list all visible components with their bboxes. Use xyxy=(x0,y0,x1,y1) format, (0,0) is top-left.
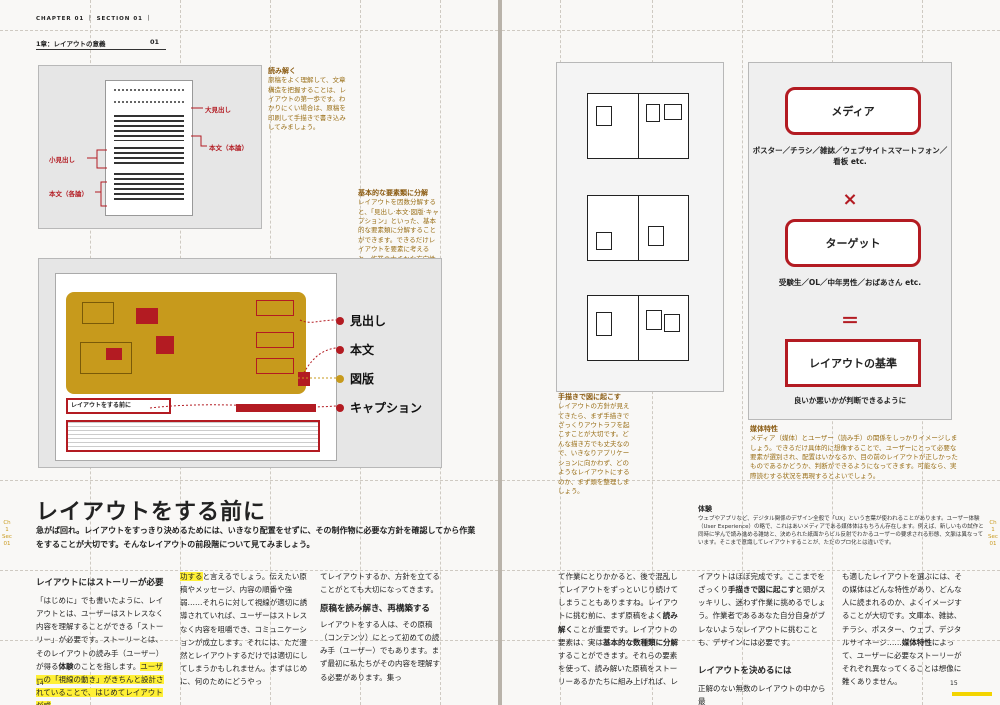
chapter-rule xyxy=(36,49,166,50)
col6-bold: 媒体特性 xyxy=(901,637,932,647)
experience-heading: 体験 xyxy=(698,505,712,513)
callout-caption-label: キャプション xyxy=(350,401,423,415)
annotation-reading-text: 原稿をよく理解して、文章構造を把握することは、レイアウトの第一歩です。わかりにく… xyxy=(268,76,346,132)
col4-text-c: することができます。それらの要素を使って、読み解いた原稿をストーリーあるかたちに… xyxy=(558,650,678,686)
page-accent-bar xyxy=(952,692,992,696)
col5-text-c: 正解のない無数のレイアウトの中から最 xyxy=(698,684,826,705)
annotation-media-text: メディア（媒体）とユーザー（読み手）の関係をしっかりイメージしましょう。できるだ… xyxy=(750,434,958,480)
callout-dot xyxy=(336,316,344,325)
annotation-media: 媒体特性 メディア（媒体）とユーザー（読み手）の関係をしっかりイメージしましょう… xyxy=(750,424,960,481)
callout-caption: キャプション xyxy=(336,399,422,416)
col3-text: てレイアウトするか、方針を立てることがとても大切になってきます。 xyxy=(320,570,444,596)
annotation-reading-title: 読み解く xyxy=(268,67,296,75)
chapter-section-label: CHAPTER 01 ｜ SECTION 01 ｜ xyxy=(36,16,153,22)
right-page: 手描きで図に起こす レイアウトの方針が見えてきたら、まず手描きでざっくりアウトラ… xyxy=(502,0,1000,705)
basis-pill: レイアウトの基準 xyxy=(785,339,921,387)
col4-bold-2: 基本的な数種類に分解 xyxy=(603,637,678,647)
target-examples: 受験生／OL／中年男性／おばあさん etc. xyxy=(778,278,922,287)
main-title: レイアウトをする前に xyxy=(36,500,267,525)
col6-text: も適したレイアウトを選ぶには、その媒体はどんな特性があり、どんな人に読まれるのか… xyxy=(842,570,966,688)
col1-bold: 体験 xyxy=(58,661,74,671)
col5-text: イアウトはほぼ完成です。ここまでをざっくり手描きで図に起こすと頭がスッキリし、迷… xyxy=(698,570,826,649)
col4-text: て作業にとりかかると、後で混乱してレイアウトをずっといじり続けてしまうこともあり… xyxy=(558,570,678,688)
callout-dot xyxy=(336,345,344,354)
left-page: CHAPTER 01 ｜ SECTION 01 ｜ 1章：レイアウトの意義 01… xyxy=(0,0,498,705)
structure-figure: 大見出し 本文（本論） 小見出し 本文（各論） xyxy=(38,65,262,229)
experience-text: ウェブやアプリなど、デジタル関係のデザイン全般で「UX」という言葉が使われること… xyxy=(698,516,984,546)
callout-body: 本文 xyxy=(336,341,374,358)
sketch-figure xyxy=(556,62,724,392)
times-sign: × xyxy=(842,189,858,210)
col2-highlight: 功する xyxy=(180,572,203,581)
sketch-3 xyxy=(587,295,689,361)
col3-text-a: てレイアウトするか、方針を立てることがとても大切になってきます。 xyxy=(320,572,440,595)
col5-text-b: と頭がスッキリし、迷わず作業に挑めるでしょう。作業者であるあなた自分自身がブレな… xyxy=(698,585,826,647)
equals-sign: ＝ xyxy=(841,311,859,332)
callout-heading: 見出し xyxy=(336,312,386,329)
annotation-media-title: 媒体特性 xyxy=(750,425,778,433)
right-side-tab: Ch 1 Sec 01 xyxy=(988,520,998,547)
layout-breakdown-figure: レイアウトをする前に xyxy=(38,258,442,468)
sketch-1 xyxy=(587,93,689,159)
callout-figure-label: 図版 xyxy=(350,372,375,386)
figure-leader-lines xyxy=(87,107,207,207)
folio-left: 14 xyxy=(36,680,44,687)
col1-text-b: のことを指します。 xyxy=(73,661,141,671)
media-pill: メディア xyxy=(785,87,921,135)
sample-spread: レイアウトをする前に xyxy=(55,273,337,461)
col4-text-a: て作業にとりかかると、後で混乱してレイアウトをずっといじり続けてしまうこともあり… xyxy=(558,572,678,621)
body-text-box xyxy=(66,420,320,452)
col1-text: 「はじめに」でも書いたように、レイアウトとは、ユーザーはストレスなく内容を理解す… xyxy=(36,594,164,705)
book-spread: CHAPTER 01 ｜ SECTION 01 ｜ 1章：レイアウトの意義 01… xyxy=(0,0,1000,705)
col6-text-a: も適したレイアウトを選ぶには、その媒体はどんな特性があり、どんな人に読まれるのか… xyxy=(842,572,962,647)
callout-body-label: 本文 xyxy=(350,343,375,357)
col5-heading: レイアウトを決めるには xyxy=(698,666,792,676)
target-pill: ターゲット xyxy=(785,219,921,267)
col3-text-b: レイアウトをする人は、その原稿（コンテンツ）にとって初めての読み手（ユーザー）で… xyxy=(320,620,440,682)
col5-bold: 手描きで図に起こす xyxy=(728,585,796,595)
lead-text: 急がば回れ。レイアウトをすっきり決めるためには、いきなり配置をせずに、その制作物… xyxy=(36,526,476,549)
annotation-sketch-title: 手描きで図に起こす xyxy=(558,393,621,401)
sketch-2 xyxy=(587,195,689,261)
col1-heading: レイアウトにはストーリーが必要 xyxy=(36,578,164,588)
folio-right: 15 xyxy=(950,680,958,687)
annotation-sketch: 手描きで図に起こす レイアウトの方針が見えてきたら、まず手描きでざっくりアウトラ… xyxy=(558,392,634,496)
caption-box: レイアウトをする前に xyxy=(66,398,171,414)
chapter-title: 1章：レイアウトの意義 xyxy=(36,40,106,48)
annotation-decompose-title: 基本的な要素類に分解 xyxy=(358,189,428,197)
callout-dot xyxy=(336,374,344,383)
callout-heading-label: 見出し xyxy=(350,314,387,328)
callout-figure: 図版 xyxy=(336,370,374,387)
media-examples: ポスター／チラシ／雑誌／ウェブサイトスマートフォン／看板 etc. xyxy=(752,146,948,167)
col2-text-a: と言えるでしょう。伝えたい原稿やメッセージ、内容の順番や強弱……それらに対して視… xyxy=(180,572,308,686)
annotation-reading: 読み解く 原稿をよく理解して、文章構造を把握することは、レイアウトの第一歩です。… xyxy=(268,66,348,133)
col3-heading: 原稿を読み解き、再構築する xyxy=(320,604,430,614)
media-target-figure: メディア ポスター／チラシ／雑誌／ウェブサイトスマートフォン／看板 etc. ×… xyxy=(748,62,952,420)
col2-text: 功すると言えるでしょう。伝えたい原稿やメッセージ、内容の順番や強弱……それらに対… xyxy=(180,570,308,688)
left-side-tab: Ch 1 Sec 01 xyxy=(2,520,12,547)
sample-image-area xyxy=(66,292,310,394)
col1-text-a: 「はじめに」でも書いたように、レイアウトとは、ユーザーはストレスなく内容を理解す… xyxy=(36,596,164,671)
annotation-sketch-text: レイアウトの方針が見えてきたら、まず手描きでざっくりアウトラフを起こすことが大切… xyxy=(558,402,630,495)
callout-dot xyxy=(336,403,344,412)
basis-text: 良いか悪いかが判断できるように xyxy=(793,396,907,405)
chapter-number: 01 xyxy=(150,38,160,46)
